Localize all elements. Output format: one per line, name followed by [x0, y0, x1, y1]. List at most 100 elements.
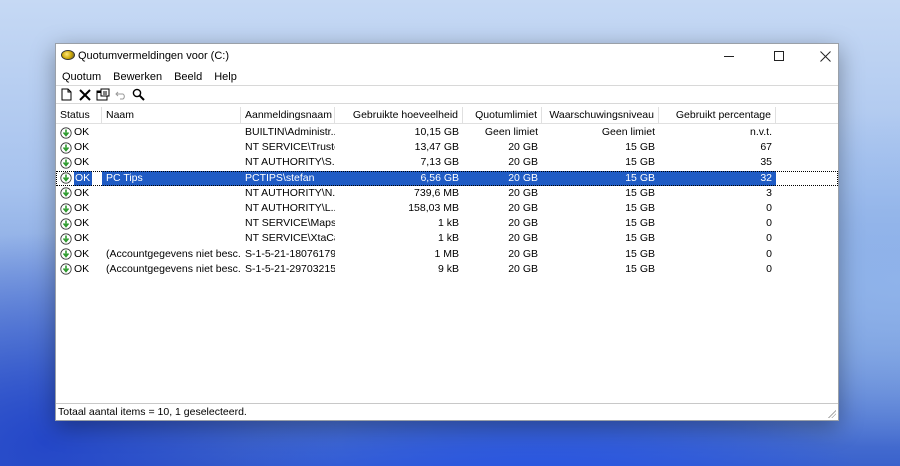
table-row[interactable]: OK (Accountgegevens niet besc... S-1-5-21-…: [56, 247, 838, 262]
cell-used: 1 kB: [437, 232, 459, 245]
new-icon: [61, 88, 72, 101]
table-row[interactable]: OK BUILTIN\Administr... 10,15 GB Geen limie…: [56, 125, 838, 140]
status-text: OK: [74, 126, 90, 139]
column-header-name[interactable]: Naam: [102, 107, 241, 124]
column-header-used[interactable]: Gebruikte hoeveelheid: [335, 107, 463, 124]
close-button[interactable]: [802, 44, 848, 68]
cell-warning: 15 GB: [625, 217, 655, 230]
cell-status: OK: [56, 262, 102, 277]
status-text: OK: [74, 217, 90, 230]
status-ok-icon: [60, 233, 72, 245]
column-header-status[interactable]: Status: [56, 107, 102, 124]
table-row[interactable]: OK PC Tips PCTIPS\stefan 6,56 GB 20 GB 15 GB 3…: [56, 170, 838, 186]
cell-used: 739,6 MB: [414, 186, 459, 199]
properties-icon: [96, 88, 109, 101]
status-text: OK: [74, 202, 90, 215]
column-header-percent[interactable]: Gebruikt percentage: [659, 107, 776, 124]
cell-limit: 20 GB: [508, 156, 538, 169]
cell-limit: 20 GB: [508, 232, 538, 245]
cell-warning: 15 GB: [625, 141, 655, 154]
cell-status: OK: [56, 231, 102, 246]
cell-used: 1 kB: [437, 217, 459, 230]
column-header-limit[interactable]: Quotumlimiet: [463, 107, 542, 124]
table-row[interactable]: OK NT SERVICE\Truste... 13,47 GB 20 GB 15 GB…: [56, 140, 838, 155]
table-row[interactable]: OK NT SERVICE\XtaCa... 1 kB 20 GB 15 GB 0: [56, 231, 838, 246]
cell-percent: 0: [766, 232, 772, 245]
menu-bar: Quotum Bewerken Beeld Help: [56, 68, 838, 85]
cell-percent: 0: [766, 247, 772, 260]
column-header-warning[interactable]: Waarschuwingsniveau: [542, 107, 659, 124]
cell-name: (Accountgegevens niet besc...: [106, 262, 241, 275]
cell-login: NT AUTHORITY\S...: [245, 156, 335, 169]
minimize-button[interactable]: [706, 44, 752, 68]
status-ok-icon: [60, 248, 72, 260]
column-header-login[interactable]: Aanmeldingsnaam: [241, 107, 335, 124]
maximize-icon: [774, 51, 784, 61]
cell-used: 9 kB: [437, 262, 459, 275]
cell-status: OK: [56, 155, 102, 170]
status-text: OK: [74, 232, 90, 245]
menu-help[interactable]: Help: [212, 71, 243, 83]
cell-limit: 20 GB: [508, 201, 538, 214]
cell-limit: 20 GB: [508, 141, 538, 154]
cell-used: 10,15 GB: [414, 126, 459, 138]
table-row[interactable]: OK NT SERVICE\Maps... 1 kB 20 GB 15 GB 0: [56, 216, 838, 231]
find-icon: [132, 88, 145, 101]
cell-percent: 3: [766, 186, 772, 199]
cell-percent: 0: [766, 262, 772, 275]
cell-login: PCTIPS\stefan: [241, 170, 335, 186]
cell-limit: Geen limiet: [484, 126, 538, 138]
table-row[interactable]: OK NT AUTHORITY\N... 739,6 MB 20 GB 15 GB 3: [56, 186, 838, 201]
table-row[interactable]: OK NT AUTHORITY\L... 158,03 MB 20 GB 15 GB 0: [56, 201, 838, 216]
status-ok-icon: [60, 172, 72, 184]
cell-warning: 15 GB: [625, 186, 655, 199]
cell-status: OK: [56, 170, 102, 186]
menu-bewerken[interactable]: Bewerken: [111, 71, 168, 83]
delete-entry-button[interactable]: [76, 86, 93, 103]
table-row[interactable]: OK NT AUTHORITY\S... 7,13 GB 20 GB 15 GB 35: [56, 155, 838, 170]
cell-percent: n.v.t.: [750, 126, 772, 138]
cell-status: OK: [56, 201, 102, 216]
cell-percent: 0: [766, 217, 772, 230]
resize-grip[interactable]: [826, 408, 836, 418]
status-ok-icon: [60, 263, 72, 275]
cell-used: 6,56 GB: [335, 170, 463, 186]
status-ok-icon: [60, 218, 72, 230]
status-text: OK: [74, 170, 93, 186]
delete-icon: [78, 88, 91, 101]
window-title: Quotumvermeldingen voor (C:): [78, 50, 230, 62]
cell-used: 7,13 GB: [420, 156, 459, 169]
properties-button[interactable]: [94, 86, 111, 103]
cell-warning: 15 GB: [625, 247, 655, 260]
cell-warning: Geen limiet: [601, 126, 655, 138]
cell-percent: 35: [760, 156, 772, 169]
status-text: OK: [74, 186, 90, 199]
cell-name: [102, 155, 241, 170]
toolbar: [56, 85, 838, 104]
cell-status: OK: [56, 140, 102, 155]
maximize-button[interactable]: [756, 44, 802, 68]
title-bar[interactable]: Quotumvermeldingen voor (C:): [56, 44, 838, 68]
menu-beeld[interactable]: Beeld: [172, 71, 208, 83]
find-button[interactable]: [130, 86, 147, 103]
cell-percent: 0: [766, 201, 772, 214]
cell-limit: 20 GB: [508, 262, 538, 275]
close-icon: [819, 50, 831, 62]
status-bar-text: Totaal aantal items = 10, 1 geselecteerd…: [58, 406, 247, 418]
new-entry-button[interactable]: [58, 86, 75, 103]
menu-quotum[interactable]: Quotum: [60, 71, 107, 83]
cell-login: S-1-5-21-18076179...: [245, 247, 335, 260]
undo-button[interactable]: [112, 86, 129, 103]
cell-percent: 32: [659, 170, 776, 186]
cell-percent: 67: [760, 141, 772, 154]
cell-status: OK: [56, 186, 102, 201]
cell-name: (Accountgegevens niet besc...: [106, 247, 241, 260]
table-row[interactable]: OK (Accountgegevens niet besc... S-1-5-21-…: [56, 262, 838, 277]
cell-login: BUILTIN\Administr...: [245, 126, 335, 138]
cell-used: 1 MB: [434, 247, 459, 260]
status-ok-icon: [60, 157, 72, 169]
cell-login: NT SERVICE\XtaCa...: [245, 232, 335, 245]
cell-limit: 20 GB: [508, 217, 538, 230]
status-ok-icon: [60, 126, 72, 139]
status-ok-icon: [60, 142, 72, 154]
